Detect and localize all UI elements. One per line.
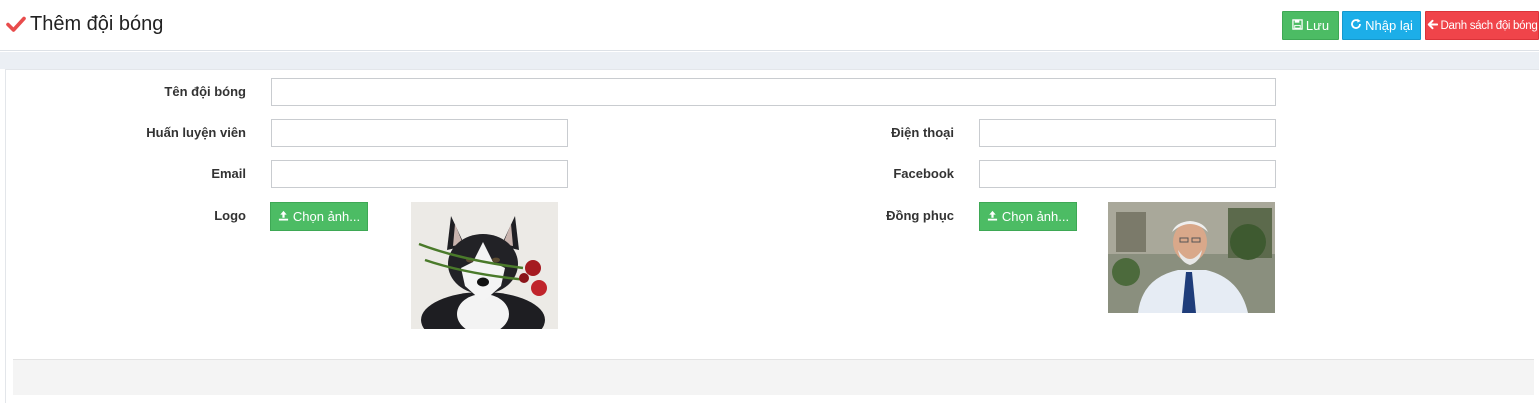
form-footer-bar xyxy=(13,359,1534,395)
refresh-icon xyxy=(1350,18,1365,33)
coach-label: Huấn luyện viên xyxy=(146,125,246,140)
email-label: Email xyxy=(211,166,246,181)
team-list-button-label: Danh sách đội bóng xyxy=(1440,19,1538,32)
uniform-label: Đồng phục xyxy=(886,208,954,223)
page-title: Thêm đội bóng xyxy=(30,13,164,35)
upload-icon xyxy=(278,209,293,224)
logo-upload-label: Chọn ảnh... xyxy=(292,209,361,224)
floppy-disk-icon xyxy=(1292,18,1306,33)
uniform-preview-image xyxy=(1108,202,1275,313)
reset-button[interactable]: Nhập lại xyxy=(1342,11,1421,40)
uniform-upload-button[interactable]: Chọn ảnh... xyxy=(979,202,1077,231)
check-icon xyxy=(6,14,26,34)
upload-icon xyxy=(987,209,1002,224)
facebook-input[interactable] xyxy=(979,160,1276,188)
form-panel: Tên đội bóng Huấn luyện viên Điện thoại … xyxy=(5,69,1539,403)
team-name-label: Tên đội bóng xyxy=(164,84,246,99)
phone-label: Điện thoại xyxy=(891,125,954,140)
phone-input[interactable] xyxy=(979,119,1276,147)
header-separator-band xyxy=(0,52,1539,69)
coach-input[interactable] xyxy=(271,119,568,147)
save-button[interactable]: Lưu xyxy=(1282,11,1339,40)
save-button-label: Lưu xyxy=(1305,18,1330,33)
title-wrap: Thêm đội bóng xyxy=(6,12,163,36)
team-list-button[interactable]: Danh sách đội bóng xyxy=(1425,11,1539,40)
uniform-upload-label: Chọn ảnh... xyxy=(1001,209,1070,224)
reset-button-label: Nhập lại xyxy=(1365,18,1413,33)
arrow-left-icon xyxy=(1427,19,1441,33)
logo-preview-image xyxy=(411,202,558,329)
logo-upload-button[interactable]: Chọn ảnh... xyxy=(270,202,368,231)
email-input[interactable] xyxy=(271,160,568,188)
logo-label: Logo xyxy=(214,208,246,223)
team-name-input[interactable] xyxy=(271,78,1276,106)
page-header: Thêm đội bóng Lưu Nhập lại Danh sách đội… xyxy=(0,0,1539,51)
facebook-label: Facebook xyxy=(893,166,954,181)
